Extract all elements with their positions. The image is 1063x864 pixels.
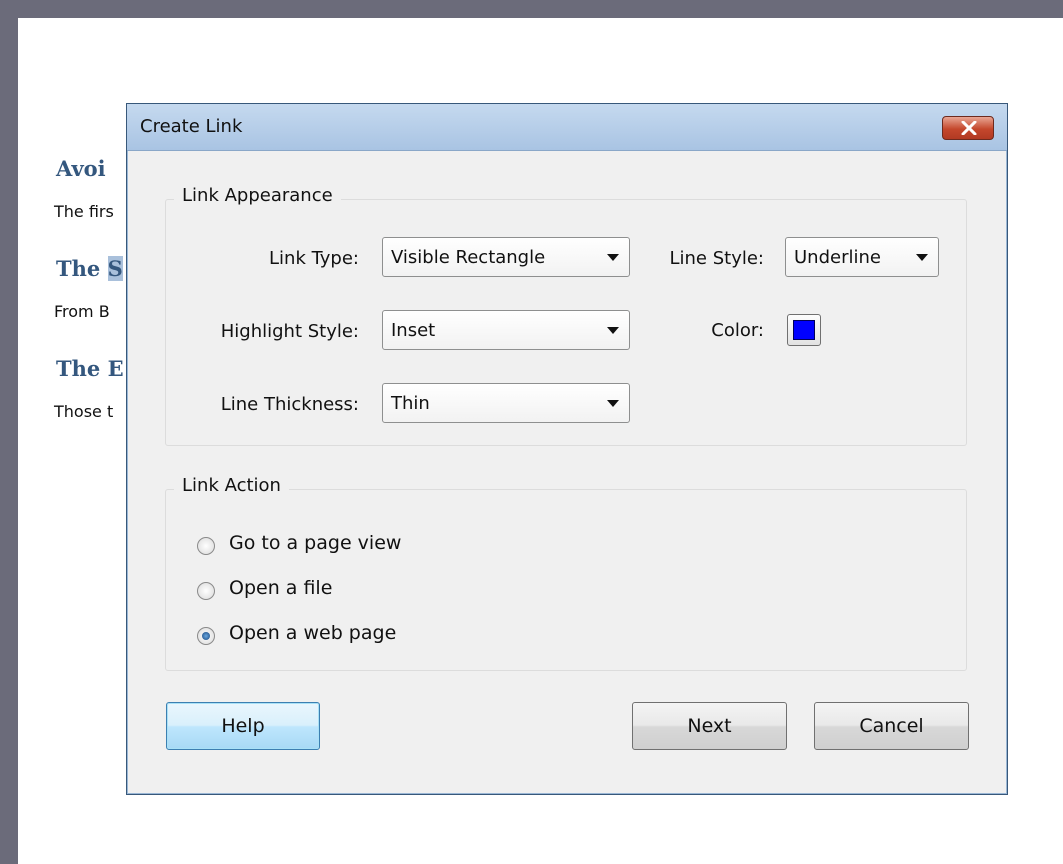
color-swatch — [793, 320, 815, 340]
dialog-titlebar[interactable]: Create Link — [127, 104, 1007, 151]
dialog-title: Create Link — [140, 116, 243, 137]
document-selection: S — [107, 256, 123, 281]
radio-label: Open a web page — [229, 622, 397, 644]
chevron-down-icon — [607, 254, 619, 261]
document-paragraph: From B — [54, 302, 110, 321]
radio-button[interactable] — [197, 582, 215, 600]
line-style-select[interactable]: Underline — [785, 237, 939, 277]
link-type-value: Visible Rectangle — [391, 247, 546, 268]
link-type-label: Link Type: — [269, 248, 359, 269]
document-paragraph: Those t — [54, 402, 114, 421]
highlight-style-select[interactable]: Inset — [382, 310, 630, 350]
document-heading: Avoi — [56, 156, 106, 181]
highlight-style-label: Highlight Style: — [220, 321, 359, 342]
close-button[interactable] — [942, 116, 994, 140]
document-heading: The S — [56, 256, 123, 281]
create-link-dialog: Create Link Link Appearance Link Type: V… — [126, 103, 1008, 795]
radio-selected-dot — [202, 632, 210, 640]
radio-label: Open a file — [229, 577, 333, 599]
line-style-label: Line Style: — [669, 248, 764, 269]
help-button[interactable]: Help — [166, 702, 320, 750]
line-thickness-value: Thin — [391, 393, 430, 414]
line-style-value: Underline — [794, 247, 881, 268]
document-heading-text: The — [56, 256, 108, 281]
link-appearance-legend: Link Appearance — [174, 185, 341, 206]
link-type-select[interactable]: Visible Rectangle — [382, 237, 630, 277]
radio-button[interactable] — [197, 537, 215, 555]
line-thickness-select[interactable]: Thin — [382, 383, 630, 423]
close-x-icon — [961, 121, 977, 135]
next-button[interactable]: Next — [632, 702, 787, 750]
cancel-button[interactable]: Cancel — [814, 702, 969, 750]
highlight-style-value: Inset — [391, 320, 436, 341]
color-picker-button[interactable] — [787, 314, 821, 346]
chevron-down-icon — [916, 254, 928, 261]
color-label: Color: — [711, 320, 764, 341]
radio-button-selected[interactable] — [197, 627, 215, 645]
link-action-legend: Link Action — [174, 475, 289, 496]
document-heading: The E — [56, 356, 124, 381]
radio-label: Go to a page view — [229, 532, 402, 554]
chevron-down-icon — [607, 400, 619, 407]
line-thickness-label: Line Thickness: — [220, 394, 359, 415]
chevron-down-icon — [607, 327, 619, 334]
document-paragraph: The firs — [54, 202, 114, 221]
